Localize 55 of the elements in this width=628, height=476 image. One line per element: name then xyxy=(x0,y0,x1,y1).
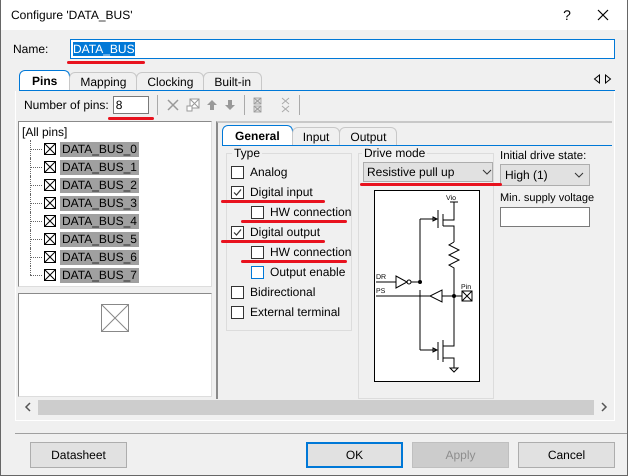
scroll-right-icon[interactable] xyxy=(600,402,608,412)
tab[interactable]: Clocking xyxy=(136,72,204,90)
tree-item[interactable]: DATA_BUS_1 xyxy=(60,160,139,174)
tree-item[interactable]: DATA_BUS_0 xyxy=(60,142,139,156)
pin-preview-icon xyxy=(101,304,129,332)
checkbox-label[interactable]: Digital output xyxy=(250,225,320,239)
tab[interactable]: Input xyxy=(292,127,340,145)
pin-icon xyxy=(44,215,56,227)
tree-item[interactable]: DATA_BUS_5 xyxy=(60,232,139,246)
checkbox-label[interactable]: HW connection xyxy=(270,245,352,259)
checkbox-label[interactable]: Analog xyxy=(250,165,288,179)
pin-icon xyxy=(44,197,56,209)
group-title: Type xyxy=(232,146,262,160)
help-button[interactable]: ? xyxy=(555,7,579,23)
dialog-button[interactable]: Cancel xyxy=(518,442,615,468)
tab[interactable]: Mapping xyxy=(69,72,138,90)
pin-icon xyxy=(44,251,56,263)
drive-state-dropdown[interactable]: High (1) xyxy=(500,164,590,186)
min-supply-voltage-field[interactable] xyxy=(500,207,590,227)
window-title: Configure 'DATA_BUS' xyxy=(11,8,134,22)
pin-icon xyxy=(44,143,56,155)
checkbox-label[interactable]: External terminal xyxy=(250,305,340,319)
tree-item[interactable]: DATA_BUS_2 xyxy=(60,178,139,192)
checkbox-label[interactable]: Output enable xyxy=(270,265,346,279)
close-icon[interactable] xyxy=(597,9,609,21)
initial-drive-state-label: Initial drive state: xyxy=(500,150,588,162)
scroll-right-icon[interactable] xyxy=(604,74,612,84)
pin-icon xyxy=(44,161,56,173)
tab[interactable]: Pins xyxy=(19,70,70,90)
tab[interactable]: Built-in xyxy=(203,72,262,90)
tree-item[interactable]: DATA_BUS_7 xyxy=(60,268,139,282)
group-title: Drive mode xyxy=(362,146,428,160)
tree-root[interactable]: [All pins] xyxy=(22,124,68,140)
dialog-button[interactable]: Datasheet xyxy=(30,442,127,468)
chevron-down-icon xyxy=(574,172,584,178)
pin-icon xyxy=(44,179,56,191)
chevron-down-icon xyxy=(482,169,492,175)
name-label: Name: xyxy=(13,42,50,56)
dialog-button[interactable]: OK xyxy=(306,442,403,468)
scrollbar-thumb[interactable] xyxy=(38,400,594,414)
tree-item[interactable]: DATA_BUS_3 xyxy=(60,196,139,210)
tree-item[interactable]: DATA_BUS_4 xyxy=(60,214,139,228)
scroll-left-icon[interactable] xyxy=(24,402,32,412)
pins-count-label: Number of pins: xyxy=(24,98,109,112)
checkbox-label[interactable]: HW connection xyxy=(270,205,352,219)
pin-icon xyxy=(44,233,56,245)
tab[interactable]: General xyxy=(222,125,293,145)
scroll-left-icon[interactable] xyxy=(593,74,601,84)
checkbox-label[interactable]: Digital input xyxy=(250,185,313,199)
copy-icon[interactable] xyxy=(186,98,200,112)
tab[interactable]: Output xyxy=(339,127,398,145)
checkbox-label[interactable]: Bidirectional xyxy=(250,285,316,299)
min-supply-voltage-label: Min. supply voltage xyxy=(500,192,596,204)
tree-item[interactable]: DATA_BUS_6 xyxy=(60,250,139,264)
pin-icon xyxy=(44,269,56,281)
